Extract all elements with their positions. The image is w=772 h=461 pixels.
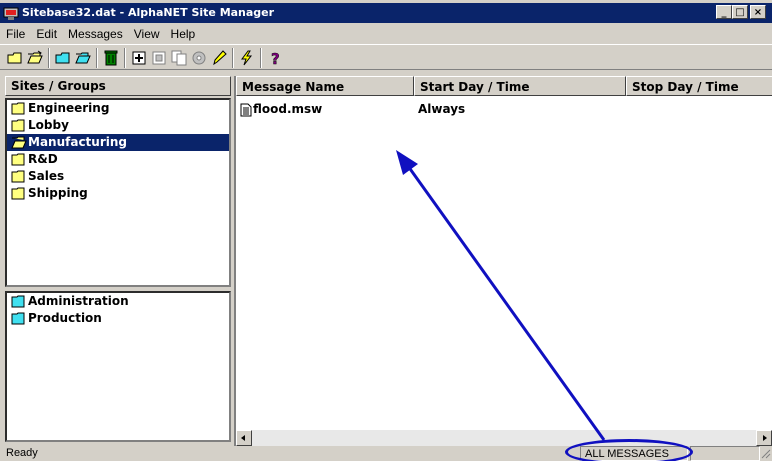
folder-icon — [11, 119, 25, 132]
sites-tree[interactable]: Engineering Lobby Manufacturing R&D Sale… — [5, 98, 231, 287]
message-name-cell: flood.msw — [253, 102, 323, 116]
title-bar[interactable]: Sitebase32.dat - AlphaNET Site Manager _… — [0, 3, 772, 23]
folder-icon — [11, 153, 25, 166]
tree-item-engineering[interactable]: Engineering — [7, 100, 229, 117]
tree-item-shipping[interactable]: Shipping — [7, 185, 229, 202]
new-folder-icon[interactable] — [6, 49, 24, 67]
message-list[interactable]: Message Name Start Day / Time Stop Day /… — [234, 76, 772, 446]
properties-icon[interactable] — [190, 49, 208, 67]
folder-icon — [11, 312, 25, 325]
tree-item-administration[interactable]: Administration — [7, 293, 229, 310]
table-row[interactable]: flood.msw Always — [240, 102, 760, 119]
status-text: Ready — [6, 447, 38, 459]
scroll-left-button[interactable] — [236, 430, 252, 446]
toolbar-separator — [124, 48, 126, 68]
status-panel-empty — [690, 446, 760, 461]
menu-edit[interactable]: Edit — [30, 25, 62, 41]
sites-groups-header: Sites / Groups — [5, 76, 231, 96]
resize-grip-icon[interactable] — [760, 448, 771, 459]
open-folder-icon — [11, 136, 27, 149]
document-icon — [240, 103, 252, 117]
start-time-cell: Always — [418, 102, 466, 116]
column-header-start[interactable]: Start Day / Time — [414, 76, 626, 96]
menu-view[interactable]: View — [128, 25, 165, 41]
add-icon[interactable] — [130, 49, 148, 67]
open-folder-icon[interactable] — [74, 49, 92, 67]
tree-item-manufacturing[interactable]: Manufacturing — [7, 134, 229, 151]
tree-item-sales[interactable]: Sales — [7, 168, 229, 185]
minimize-button[interactable]: _ — [716, 5, 732, 19]
folder-icon[interactable] — [54, 49, 72, 67]
folder-icon — [11, 102, 25, 115]
tree-item-label: Lobby — [28, 118, 69, 132]
copy-icon[interactable] — [150, 49, 168, 67]
tree-item-label: Engineering — [28, 101, 110, 115]
maximize-button[interactable]: □ — [732, 5, 748, 19]
menu-file[interactable]: File — [0, 25, 30, 41]
groups-tree[interactable]: Administration Production — [5, 291, 231, 442]
tree-item-rnd[interactable]: R&D — [7, 151, 229, 168]
menu-messages[interactable]: Messages — [62, 25, 128, 41]
help-icon[interactable]: ? — [266, 49, 284, 67]
close-button[interactable]: × — [750, 5, 766, 19]
horizontal-scrollbar[interactable] — [236, 430, 772, 446]
folder-icon — [11, 187, 25, 200]
menu-bar: File Edit Messages View Help — [0, 25, 772, 43]
column-header-stop[interactable]: Stop Day / Time — [626, 76, 772, 96]
app-window: Sitebase32.dat - AlphaNET Site Manager _… — [0, 0, 772, 461]
toolbar-separator — [232, 48, 234, 68]
tree-item-label: Manufacturing — [28, 135, 127, 149]
toolbar-separator — [48, 48, 50, 68]
pencil-icon[interactable] — [210, 49, 228, 67]
menu-help[interactable]: Help — [165, 25, 201, 41]
toolbar: ? — [0, 44, 772, 70]
tree-item-lobby[interactable]: Lobby — [7, 117, 229, 134]
open-folder-icon[interactable] — [26, 49, 44, 67]
window-title: Sitebase32.dat - AlphaNET Site Manager — [22, 6, 275, 19]
tree-item-production[interactable]: Production — [7, 310, 229, 327]
folder-icon — [11, 170, 25, 183]
tree-item-label: Shipping — [28, 186, 88, 200]
lightning-icon[interactable] — [238, 49, 256, 67]
column-header-message-name[interactable]: Message Name — [236, 76, 414, 96]
svg-text:?: ? — [271, 50, 280, 67]
trash-icon[interactable] — [102, 49, 120, 67]
tree-item-label: R&D — [28, 152, 58, 166]
tree-item-label: Sales — [28, 169, 65, 183]
folder-icon — [11, 295, 25, 308]
toolbar-separator — [260, 48, 262, 68]
duplicate-icon[interactable] — [170, 49, 188, 67]
tree-item-label: Production — [28, 311, 102, 325]
tree-item-label: Administration — [28, 294, 129, 308]
scroll-right-button[interactable] — [756, 430, 772, 446]
toolbar-separator — [96, 48, 98, 68]
arrow-right-icon — [763, 435, 767, 441]
arrow-left-icon — [241, 435, 245, 441]
app-icon — [3, 7, 19, 20]
annotation-ellipse — [565, 439, 693, 461]
